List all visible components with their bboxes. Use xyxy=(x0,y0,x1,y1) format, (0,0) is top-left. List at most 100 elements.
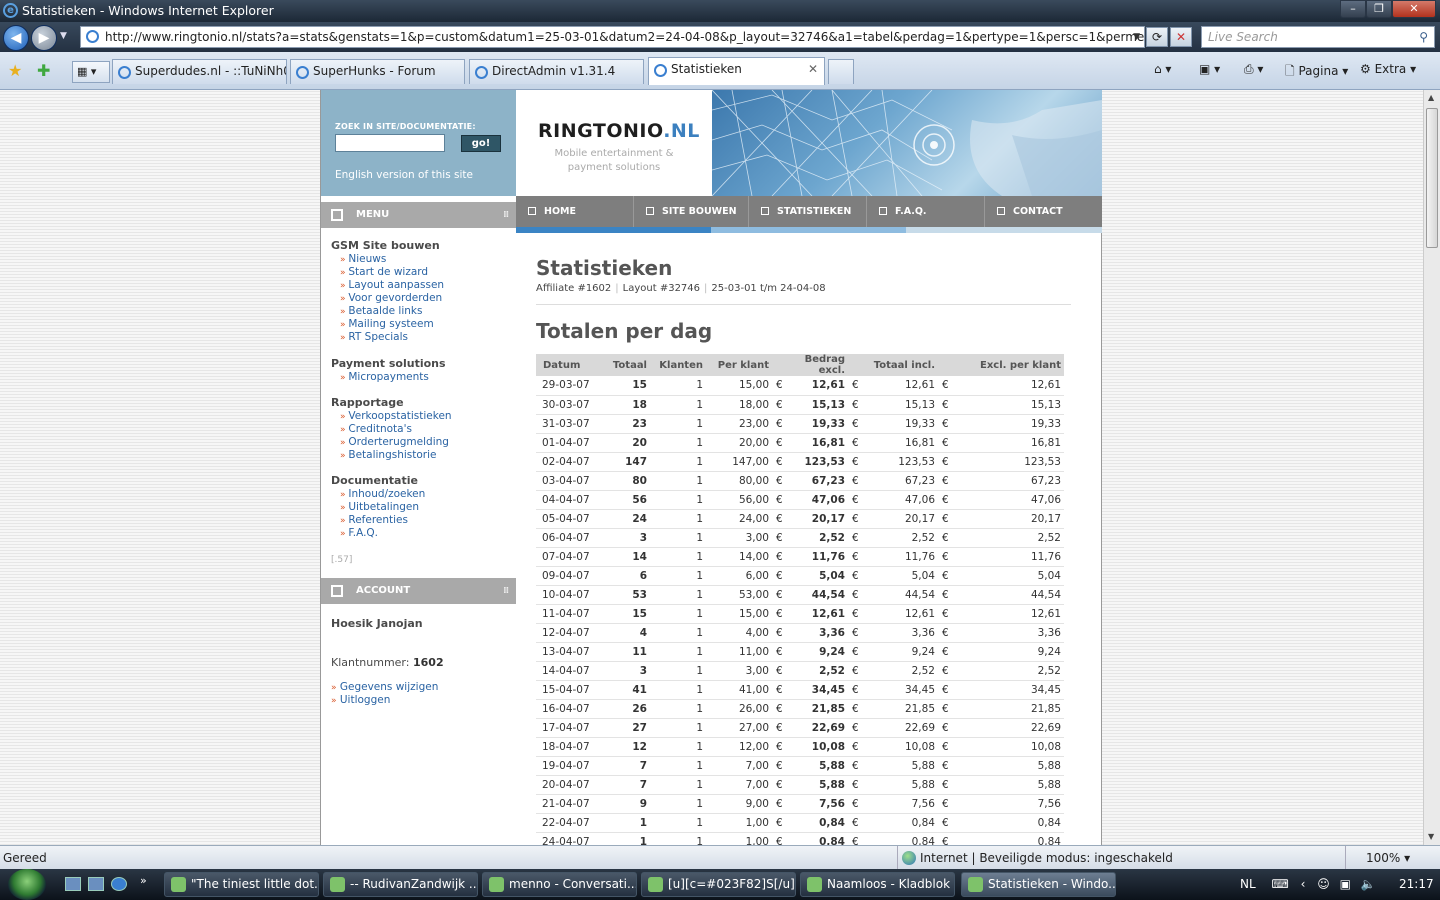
menu-item[interactable]: » Start de wizard xyxy=(331,266,444,279)
nav-statistieken[interactable]: STATISTIEKEN xyxy=(749,196,867,227)
menu-item[interactable]: » Inhoud/zoeken xyxy=(331,488,425,501)
taskbar-button[interactable]: -- RudivanZandwijk ... xyxy=(323,872,478,897)
menu-item[interactable]: » Creditnota's xyxy=(331,423,452,436)
stop-icon[interactable]: ✕ xyxy=(1170,27,1192,47)
nav-home[interactable]: HOME xyxy=(516,196,634,227)
menu-item[interactable]: » Voor gevorderden xyxy=(331,292,444,305)
add-favorite-icon[interactable]: ✚ xyxy=(37,61,50,80)
menu-item[interactable]: » Micropayments xyxy=(331,371,446,384)
grip-icon[interactable]: ⁞⁞ xyxy=(503,578,509,604)
currency-symbol: € xyxy=(848,680,862,700)
cell-date: 29-03-07 xyxy=(536,376,604,396)
menu-item[interactable]: » Verkoopstatistieken xyxy=(331,410,452,423)
quick-tabs-button[interactable]: ▦ ▾ xyxy=(72,61,110,83)
nav-site-bouwen[interactable]: SITE BOUWEN xyxy=(634,196,749,227)
taskbar-button[interactable]: Statistieken - Windo... xyxy=(961,872,1116,897)
page-menu-button[interactable]: 🗋 Pagina ▾ xyxy=(1285,62,1348,83)
back-button[interactable]: ◀ xyxy=(3,25,29,51)
close-icon[interactable]: ✕ xyxy=(1392,0,1436,18)
favorites-star-icon[interactable]: ★ xyxy=(8,61,22,80)
grip-icon[interactable]: ⁞⁞ xyxy=(503,202,509,228)
menu-item[interactable]: » Nieuws xyxy=(331,253,444,266)
menu-item[interactable]: » F.A.Q. xyxy=(331,527,425,540)
menu-item[interactable]: » Betalingshistorie xyxy=(331,449,452,462)
close-tab-icon[interactable]: ✕ xyxy=(808,58,818,81)
cell-date: 07-04-07 xyxy=(536,547,604,567)
taskbar-button[interactable]: menno - Conversati... xyxy=(482,872,637,897)
tab-superdudes[interactable]: Superdudes.nl - ::TuNiNh0 xyxy=(112,59,287,84)
switch-windows-icon[interactable] xyxy=(88,877,104,891)
currency-symbol: € xyxy=(772,547,786,567)
cell-per-klant: 20,00 xyxy=(706,433,772,453)
edit-account-link[interactable]: » Gegevens wijzigen xyxy=(331,681,438,693)
tray-messenger-icon[interactable]: ☺ xyxy=(1309,877,1330,891)
print-icon[interactable]: ⎙ ▾ xyxy=(1244,62,1263,77)
menu-item-label: Layout aanpassen xyxy=(348,279,445,291)
extra-menu-button[interactable]: ⚙ Extra ▾ xyxy=(1360,62,1416,76)
taskbar-button[interactable]: [u][c=#023F82]S[/u]... xyxy=(641,872,796,897)
refresh-icon[interactable]: ⟳ xyxy=(1146,27,1168,47)
menu-item[interactable]: » Referenties xyxy=(331,514,425,527)
cell-bedrag-excl: 5,88 xyxy=(786,775,848,795)
menu-item[interactable]: » Uitbetalingen xyxy=(331,501,425,514)
cell-date: 06-04-07 xyxy=(536,528,604,548)
menu-item-label: Inhoud/zoeken xyxy=(348,488,426,500)
tray-expand-icon[interactable]: ‹ xyxy=(1293,877,1306,891)
site-logo[interactable]: RINGTONIO.NL Mobile entertainment & paym… xyxy=(516,90,712,196)
menu-item[interactable]: » RT Specials xyxy=(331,331,444,344)
menu-item-label: Nieuws xyxy=(348,253,387,265)
currency-symbol: € xyxy=(938,604,952,624)
currency-symbol: € xyxy=(848,775,862,795)
zoom-control[interactable]: 100% ▾ xyxy=(1345,846,1410,870)
cell-date: 14-04-07 xyxy=(536,661,604,681)
go-button[interactable]: go! xyxy=(461,135,501,152)
tray-keyboard-icon[interactable]: ⌨ xyxy=(1260,877,1289,891)
minimize-icon[interactable]: – xyxy=(1340,0,1366,18)
site-search-input[interactable] xyxy=(335,134,445,152)
menu-item[interactable]: » Mailing systeem xyxy=(331,318,444,331)
menu-item[interactable]: » Layout aanpassen xyxy=(331,279,444,292)
language-indicator[interactable]: NL xyxy=(1240,877,1256,891)
security-zone[interactable]: Internet | Beveiligde modus: ingeschakel… xyxy=(897,846,1173,870)
menu-item[interactable]: » Orderterugmelding xyxy=(331,436,452,449)
currency-symbol: € xyxy=(938,395,952,415)
scroll-down-icon[interactable]: ▼ xyxy=(1428,832,1434,841)
english-version-link[interactable]: English version of this site xyxy=(335,169,473,181)
currency-symbol: € xyxy=(848,661,862,681)
forward-button[interactable]: ▶ xyxy=(31,25,57,51)
feeds-icon[interactable]: ▣ ▾ xyxy=(1199,62,1220,76)
menu-item-label: Referenties xyxy=(348,514,408,526)
currency-symbol: € xyxy=(772,509,786,529)
taskbar-button[interactable]: Naamloos - Kladblok xyxy=(800,872,955,897)
tab-directadmin[interactable]: DirectAdmin v1.31.4 xyxy=(469,59,644,84)
nav-contact[interactable]: CONTACT xyxy=(985,196,1102,227)
address-input[interactable]: http://www.ringtonio.nl/stats?a=stats&ge… xyxy=(80,26,1145,48)
address-dropdown-icon[interactable]: ▼ xyxy=(1133,27,1140,47)
scroll-up-icon[interactable]: ▲ xyxy=(1428,93,1434,102)
search-icon[interactable]: ⚲ xyxy=(1419,27,1428,47)
taskbar-button-label: "The tiniest little dot... xyxy=(191,877,319,891)
menu-group-title: Rapportage xyxy=(331,396,404,409)
cell-excl-per-klant: 3,36 xyxy=(952,623,1064,643)
tray-volume-icon[interactable]: 🔈 xyxy=(1355,877,1376,891)
cell-per-klant: 11,00 xyxy=(706,642,772,662)
taskbar-button[interactable]: "The tiniest little dot... xyxy=(164,872,319,897)
new-tab-button[interactable] xyxy=(828,59,854,84)
start-button[interactable] xyxy=(8,869,46,900)
history-dropdown-icon[interactable]: ▼ xyxy=(60,31,67,41)
nav-faq[interactable]: F.A.Q. xyxy=(867,196,985,227)
vertical-scrollbar[interactable]: ▲ ▼ xyxy=(1423,90,1440,845)
tab-superhunks[interactable]: SuperHunks - Forum xyxy=(290,59,465,84)
scrollbar-thumb[interactable] xyxy=(1426,108,1438,248)
ie-quicklaunch-icon[interactable] xyxy=(111,877,127,891)
live-search-input[interactable]: Live Search ⚲ xyxy=(1201,26,1435,48)
logout-link[interactable]: » Uitloggen xyxy=(331,694,390,706)
maximize-icon[interactable]: ❐ xyxy=(1366,0,1392,18)
quicklaunch-more-icon[interactable]: » xyxy=(140,874,156,888)
tab-statistieken[interactable]: Statistieken ✕ xyxy=(648,57,825,85)
tray-network-icon[interactable]: ▣ xyxy=(1334,877,1351,891)
clock[interactable]: 21:17 xyxy=(1399,869,1434,900)
home-icon[interactable]: ⌂ ▾ xyxy=(1154,62,1171,76)
menu-item[interactable]: » Betaalde links xyxy=(331,305,444,318)
show-desktop-icon[interactable] xyxy=(65,877,81,891)
